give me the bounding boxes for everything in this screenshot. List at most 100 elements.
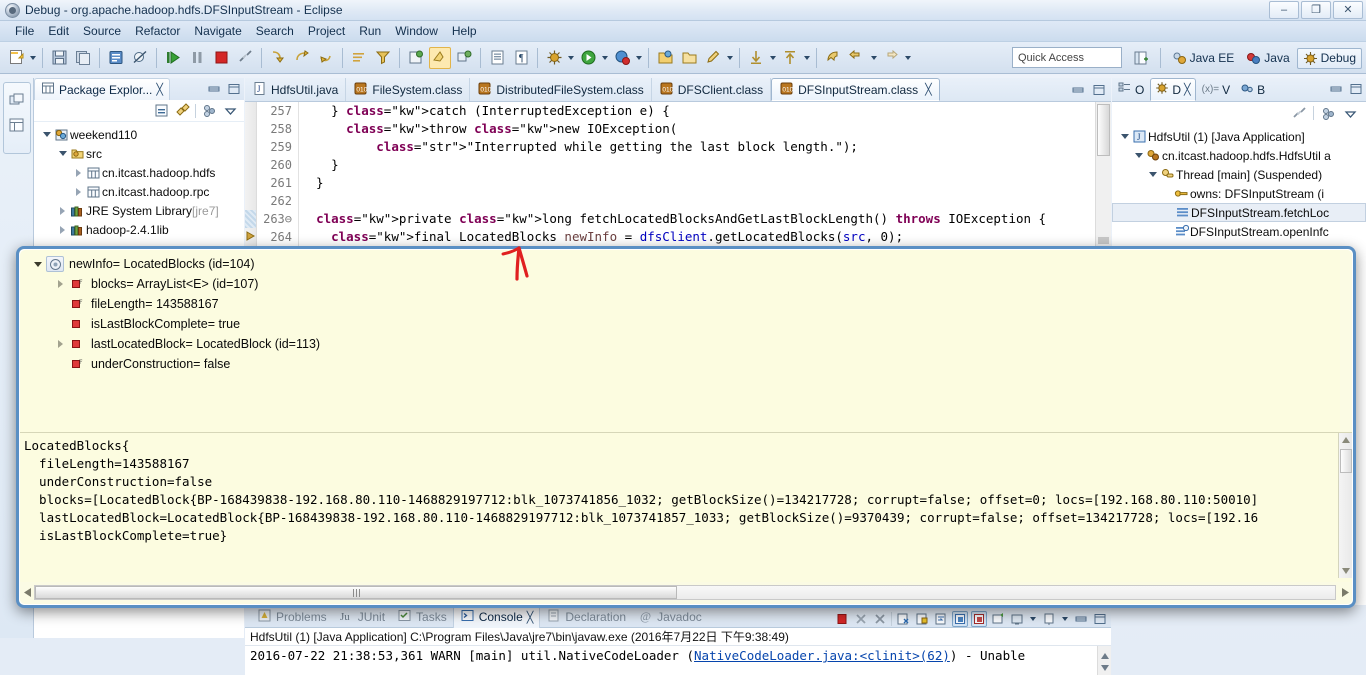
inspector-hscroll-track[interactable] xyxy=(34,585,1336,600)
previous-annotation-icon[interactable] xyxy=(779,47,801,69)
console-stack-link[interactable]: NativeCodeLoader.java:<clinit>(62) xyxy=(694,648,950,663)
editor-tab-filesystem-class[interactable]: 010 FileSystem.class xyxy=(346,78,471,101)
maximize-icon[interactable] xyxy=(226,81,242,97)
new-console-view-icon[interactable] xyxy=(990,611,1006,627)
edit-dropdown-icon[interactable] xyxy=(725,47,735,69)
inspector-variable-row[interactable]: lastLocatedBlock= LocatedBlock (id=113) xyxy=(20,334,1340,354)
close-button[interactable]: ✕ xyxy=(1333,1,1363,19)
run-icon[interactable] xyxy=(577,47,599,69)
editor-tab-dfsinputstream-class[interactable]: 010 DFSInputStream.class ╳ xyxy=(771,78,940,101)
remove-all-terminated-icon[interactable] xyxy=(872,611,888,627)
scroll-lock-icon[interactable] xyxy=(914,611,930,627)
step-into-icon[interactable] xyxy=(267,47,289,69)
minimize-button[interactable]: – xyxy=(1269,1,1299,19)
console-tab-javadoc[interactable]: @ Javadoc xyxy=(632,606,708,628)
disconnect-icon[interactable] xyxy=(234,47,256,69)
menu-item-project[interactable]: Project xyxy=(301,22,352,40)
open-perspective-icon[interactable] xyxy=(1131,47,1153,69)
console-tab-declaration[interactable]: Declaration xyxy=(540,606,632,628)
next-annotation-icon[interactable] xyxy=(745,47,767,69)
chevron-right-icon[interactable] xyxy=(56,201,69,220)
pin-view-dropdown-icon[interactable] xyxy=(1060,608,1070,630)
clear-console-icon[interactable] xyxy=(895,611,911,627)
view-menu-icon[interactable] xyxy=(222,103,238,119)
view-menu-icon[interactable] xyxy=(1342,105,1358,121)
maximize-icon[interactable] xyxy=(1348,81,1364,97)
inspector-variable-row[interactable]: Fblocks= ArrayList<E> (id=107) xyxy=(20,274,1340,294)
run-dropdown-icon[interactable] xyxy=(600,47,610,69)
pin-console-icon[interactable] xyxy=(952,611,968,627)
console-tab-junit[interactable]: Ju JUnit xyxy=(333,606,391,628)
perspective-java[interactable]: Java xyxy=(1241,49,1294,68)
menu-item-edit[interactable]: Edit xyxy=(41,22,76,40)
inspector-detail-scroll-thumb[interactable] xyxy=(1340,449,1352,473)
debug-stack-tree-item-node[interactable]: Thread [main] (Suspended) xyxy=(1112,165,1366,184)
link-with-editor-icon[interactable] xyxy=(174,103,190,119)
perspective-java-ee[interactable]: Java EE xyxy=(1167,49,1240,68)
skip-breakpoints-icon[interactable] xyxy=(129,47,151,69)
external-tools-dropdown-icon[interactable] xyxy=(634,47,644,69)
variable-inspector-popup[interactable]: newInfo= LocatedBlocks (id=104) Fblocks= … xyxy=(16,246,1356,608)
toggle-mark-occurrences-icon[interactable]: ¶ xyxy=(510,47,532,69)
suspend-icon[interactable] xyxy=(186,47,208,69)
chevron-right-icon[interactable] xyxy=(72,163,85,182)
inspector-variable-row[interactable]: newInfo= LocatedBlocks (id=104) xyxy=(20,254,1340,274)
chevron-right-icon[interactable] xyxy=(52,334,68,354)
open-console-icon[interactable] xyxy=(1009,611,1025,627)
inspector-detail-pane[interactable]: LocatedBlocks{ fileLength=143588167 unde… xyxy=(20,433,1338,578)
scroll-left-icon[interactable] xyxy=(20,585,34,600)
chevron-right-icon[interactable] xyxy=(56,220,69,239)
inspector-detail-scrollbar[interactable] xyxy=(1338,433,1352,578)
previous-annotation-dropdown-icon[interactable] xyxy=(802,47,812,69)
display-selected-console-icon[interactable] xyxy=(971,611,987,627)
debug-stack-tree-item-node[interactable]: J HdfsUtil (1) [Java Application] xyxy=(1112,127,1366,146)
tab-breakpoints[interactable]: B xyxy=(1236,78,1269,101)
console-tab-tasks[interactable]: Tasks xyxy=(391,606,453,628)
save-icon[interactable] xyxy=(48,47,70,69)
use-step-filters-icon[interactable] xyxy=(372,47,394,69)
menu-item-navigate[interactable]: Navigate xyxy=(187,22,248,40)
console-tab-problems[interactable]: Problems xyxy=(251,606,333,628)
close-icon[interactable]: ╳ xyxy=(925,83,932,96)
tab-package-explorer[interactable]: Package Explor... ╳ xyxy=(34,78,171,100)
package-explorer-tree-item-node[interactable]: weekend110 xyxy=(34,125,244,144)
package-explorer-tree-item-node[interactable]: JRE System Library [jre7] xyxy=(34,201,244,220)
chevron-right-icon[interactable] xyxy=(52,274,68,294)
quick-access-input[interactable]: Quick Access xyxy=(1012,47,1122,68)
new-wizard-icon[interactable] xyxy=(5,47,27,69)
disconnect-icon[interactable] xyxy=(1291,105,1307,121)
scroll-right-icon[interactable] xyxy=(1338,585,1352,600)
close-icon[interactable]: ╳ xyxy=(1184,83,1191,96)
previous-edit-icon[interactable] xyxy=(846,47,868,69)
open-console-dropdown-icon[interactable] xyxy=(1028,608,1038,630)
edit-icon[interactable] xyxy=(702,47,724,69)
debug-stack-tree-item-node[interactable]: DFSInputStream.fetchLoc xyxy=(1112,203,1366,222)
back-icon[interactable] xyxy=(822,47,844,69)
perspective-debug[interactable]: Debug xyxy=(1296,47,1362,69)
console-vertical-scrollbar[interactable] xyxy=(1097,646,1111,675)
open-resource-icon[interactable] xyxy=(654,47,676,69)
editor-scrollbar-thumb[interactable] xyxy=(1097,104,1110,156)
tab-variables[interactable]: (x)= V xyxy=(1198,78,1235,101)
terminate-icon[interactable] xyxy=(834,611,850,627)
package-explorer-tree-item-node[interactable]: cn.itcast.hadoop.hdfs xyxy=(34,163,244,182)
minimize-icon[interactable] xyxy=(1070,82,1086,98)
menu-item-refactor[interactable]: Refactor xyxy=(128,22,187,40)
chevron-down-icon[interactable] xyxy=(1118,127,1131,146)
scroll-up-icon[interactable] xyxy=(1339,433,1352,447)
pin-view-icon[interactable] xyxy=(1041,611,1057,627)
forward-icon[interactable] xyxy=(880,47,902,69)
chevron-down-icon[interactable] xyxy=(40,125,53,144)
breakpoint-ruler-marker[interactable] xyxy=(245,210,256,228)
package-explorer-tree-item-node[interactable]: cn.itcast.hadoop.rpc xyxy=(34,182,244,201)
collapse-all-icon[interactable] xyxy=(153,103,169,119)
previous-edit-dropdown-icon[interactable] xyxy=(869,47,879,69)
save-all-icon[interactable] xyxy=(72,47,94,69)
chevron-down-icon[interactable] xyxy=(56,144,69,163)
forward-dropdown-icon[interactable] xyxy=(903,47,913,69)
editor-tab-distributedfilesystem-class[interactable]: 010 DistributedFileSystem.class xyxy=(470,78,652,101)
view-filter-icon[interactable] xyxy=(1320,105,1336,121)
terminate-icon[interactable] xyxy=(210,47,232,69)
editor-overview-marker[interactable] xyxy=(1098,237,1109,244)
chevron-right-icon[interactable] xyxy=(72,182,85,201)
